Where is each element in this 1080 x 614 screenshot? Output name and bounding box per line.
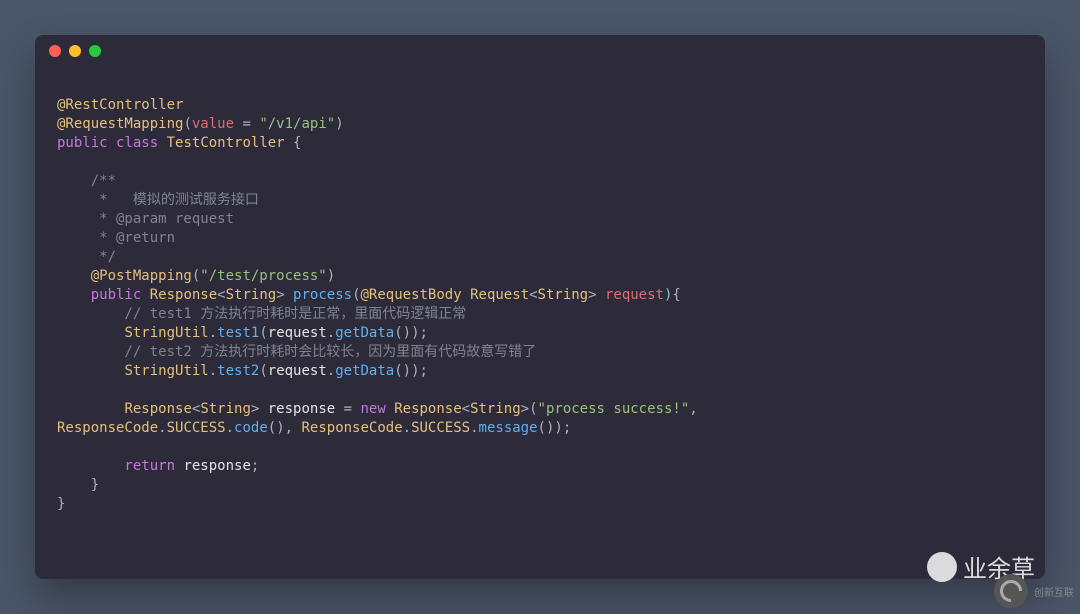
class-name: TestController	[167, 135, 285, 151]
brace: }	[57, 496, 65, 512]
type: String	[200, 401, 251, 417]
punct: .	[327, 363, 335, 379]
method: message	[479, 420, 538, 436]
brand-logo-text: 创新互联	[1034, 584, 1074, 599]
brand-logo: 创新互联	[994, 574, 1074, 608]
punct: ());	[394, 363, 428, 379]
brace: }	[57, 477, 99, 493]
comment: * 模拟的测试服务接口	[57, 192, 259, 208]
method: test1	[217, 325, 259, 341]
punct: ){	[664, 287, 681, 303]
punct: ;	[251, 458, 259, 474]
punct: )	[327, 268, 335, 284]
punct: (	[529, 401, 537, 417]
punct: <	[462, 401, 470, 417]
attr-name: value	[192, 116, 234, 132]
code-window: @RestController @RequestMapping(value = …	[35, 35, 1045, 579]
constant: SUCCESS	[167, 420, 226, 436]
param: request	[605, 287, 664, 303]
keyword: public	[57, 287, 141, 303]
punct: ());	[538, 420, 572, 436]
type: String	[538, 287, 589, 303]
close-icon[interactable]	[49, 45, 61, 57]
annotation: @RestController	[57, 97, 183, 113]
punct: (	[352, 287, 360, 303]
indent	[57, 363, 124, 379]
punct: (),	[268, 420, 302, 436]
variable: response	[268, 401, 335, 417]
type: String	[470, 401, 521, 417]
punct: (	[259, 363, 267, 379]
punct: .	[403, 420, 411, 436]
comment: */	[57, 249, 116, 265]
punct: =	[234, 116, 259, 132]
punct: <	[217, 287, 225, 303]
punct: .	[327, 325, 335, 341]
type: Request	[462, 287, 529, 303]
maximize-icon[interactable]	[89, 45, 101, 57]
punct: ());	[394, 325, 428, 341]
keyword: new	[360, 401, 385, 417]
brace: {	[285, 135, 302, 151]
comment: * @return	[57, 230, 175, 246]
type: Response	[150, 287, 217, 303]
type: Response	[386, 401, 462, 417]
window-titlebar	[35, 35, 1045, 67]
type: String	[226, 287, 277, 303]
punct: .	[470, 420, 478, 436]
comment: // test1 方法执行时耗时是正常，里面代码逻辑正常	[57, 306, 466, 322]
wechat-icon	[927, 552, 957, 582]
method: getData	[335, 363, 394, 379]
method: getData	[335, 325, 394, 341]
string: "/v1/api"	[259, 116, 335, 132]
comment: /**	[57, 173, 116, 189]
punct: ,	[689, 401, 706, 417]
code-block: @RestController @RequestMapping(value = …	[35, 67, 1045, 524]
punct: <	[529, 287, 537, 303]
method: test2	[217, 363, 259, 379]
annotation: @RequestMapping	[57, 116, 183, 132]
comment: // test2 方法执行时耗时会比较长，因为里面有代码故意写错了	[57, 344, 536, 360]
punct: )	[335, 116, 343, 132]
punct: (	[183, 116, 191, 132]
punct: =	[335, 401, 360, 417]
variable: request	[268, 325, 327, 341]
constant: SUCCESS	[411, 420, 470, 436]
comment: * @param request	[57, 211, 234, 227]
annotation: @RequestBody	[361, 287, 462, 303]
class-name: StringUtil	[124, 363, 208, 379]
annotation: @PostMapping	[57, 268, 192, 284]
type: Response	[124, 401, 191, 417]
punct: >	[276, 287, 293, 303]
keyword: return	[57, 458, 175, 474]
punct: .	[158, 420, 166, 436]
indent	[57, 401, 124, 417]
keyword: public	[57, 135, 108, 151]
punct: >	[588, 287, 605, 303]
punct: (	[259, 325, 267, 341]
punct: >	[251, 401, 268, 417]
indent	[57, 325, 124, 341]
variable: request	[268, 363, 327, 379]
brand-logo-icon	[994, 574, 1028, 608]
variable: response	[175, 458, 251, 474]
keyword: class	[116, 135, 158, 151]
class-name: ResponseCode	[57, 420, 158, 436]
class-name: ResponseCode	[301, 420, 402, 436]
class-name: StringUtil	[124, 325, 208, 341]
punct: .	[226, 420, 234, 436]
punct: .	[209, 325, 217, 341]
punct: >	[521, 401, 529, 417]
punct: .	[209, 363, 217, 379]
string: "process success!"	[538, 401, 690, 417]
string: "/test/process"	[200, 268, 326, 284]
minimize-icon[interactable]	[69, 45, 81, 57]
method: code	[234, 420, 268, 436]
method: process	[293, 287, 352, 303]
